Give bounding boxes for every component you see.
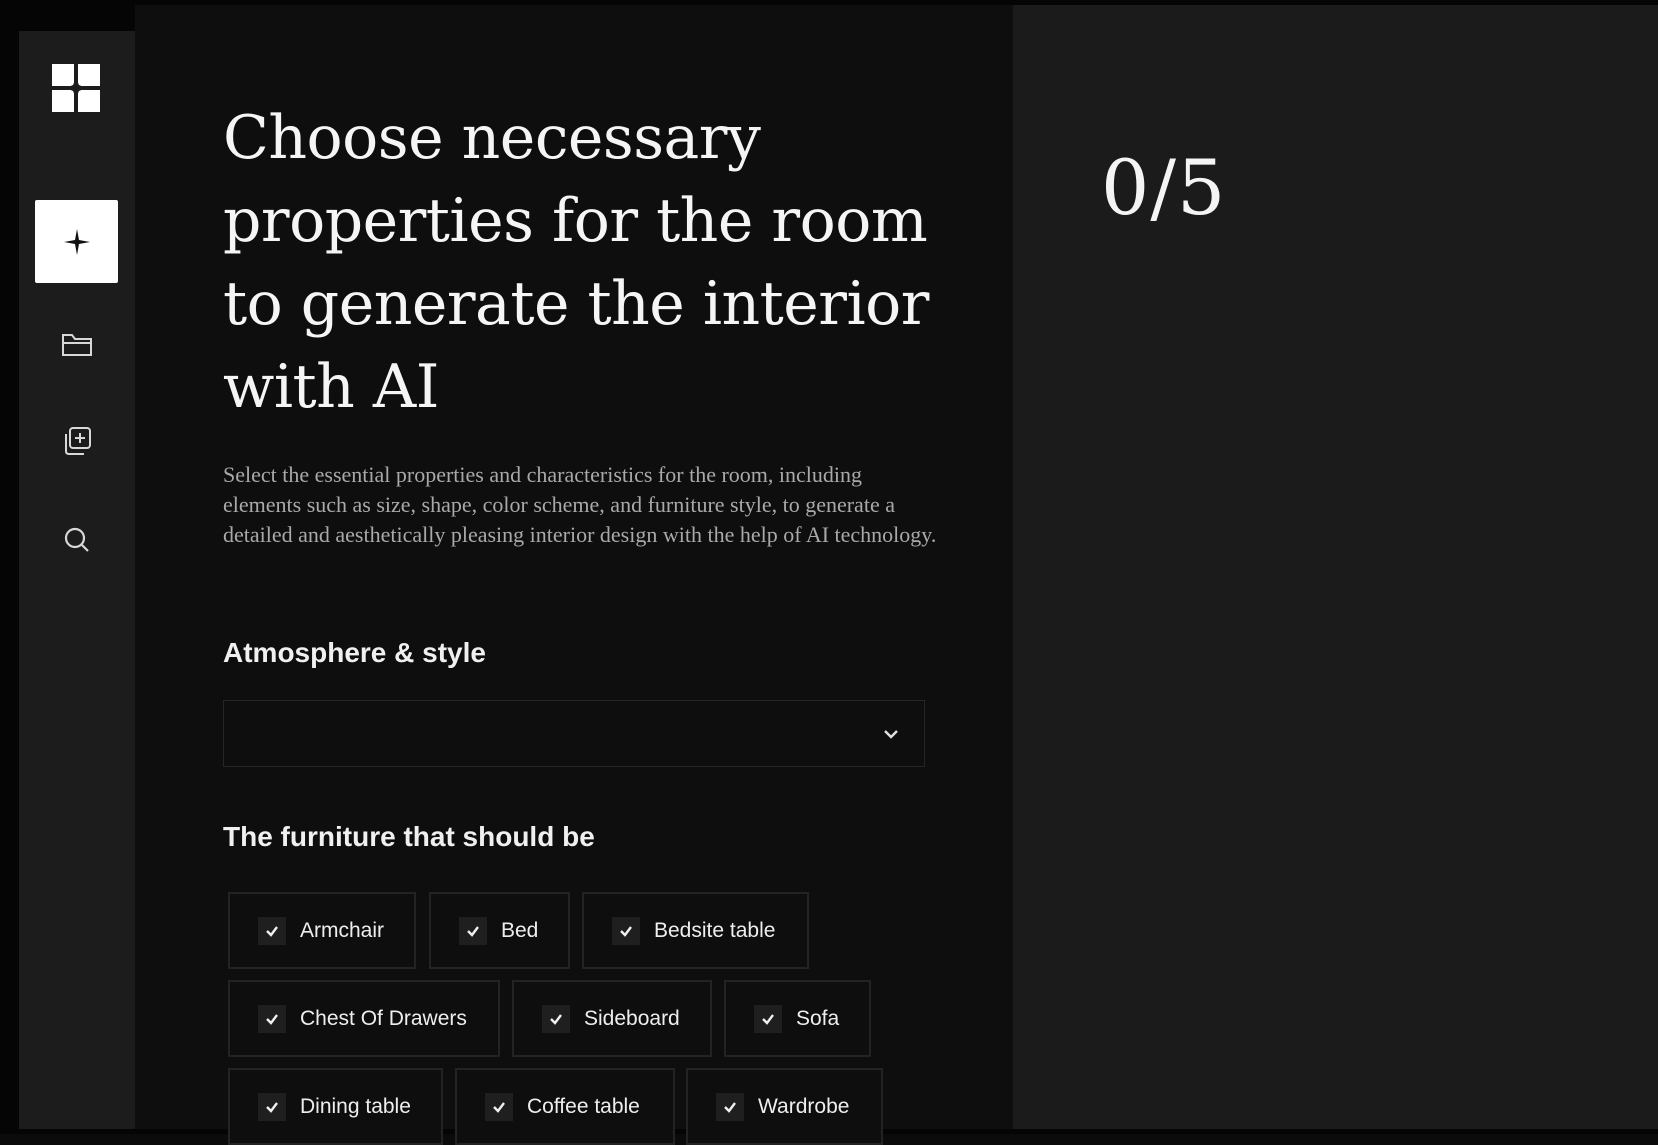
search-icon [63,526,91,554]
furniture-chip-label: Sideboard [584,1006,680,1030]
preview-panel: 0/5 [1013,5,1658,1129]
atmosphere-label: Atmosphere & style [223,637,486,668]
gallery-add-icon [61,425,93,457]
checkbox[interactable] [754,1004,782,1033]
check-icon [266,925,278,937]
chevron-down-icon [880,723,902,750]
furniture-chip-wardrobe[interactable]: Wardrobe [686,1068,883,1145]
sidebar-item-search[interactable] [35,498,118,581]
sparkle-icon [62,227,92,257]
furniture-chip-label: Dining table [300,1094,411,1118]
checkbox[interactable] [258,1004,286,1033]
furniture-chip-label: Armchair [300,918,385,942]
page-description: Select the essential properties and char… [223,462,937,547]
check-icon [266,1013,278,1025]
check-icon [467,925,479,937]
furniture-chip-label: Coffee table [527,1094,640,1118]
check-icon [762,1013,774,1025]
furniture-chip-armchair[interactable]: Armchair [228,892,416,969]
check-icon [724,1101,736,1113]
sidebar-item-gallery[interactable] [35,399,118,482]
checkbox[interactable] [542,1004,570,1033]
checkbox[interactable] [485,1092,513,1121]
furniture-chip-bed[interactable]: Bed [429,892,570,969]
check-icon [266,1101,278,1113]
furniture-chip-label: Sofa [796,1006,840,1030]
furniture-chip-label: Chest Of Drawers [300,1006,467,1030]
main-panel: Choose necessary properties for the room… [135,5,1013,1145]
furniture-chip-chest-of-drawers[interactable]: Chest Of Drawers [228,980,500,1057]
checkbox[interactable] [459,916,487,945]
checkbox[interactable] [716,1092,744,1121]
furniture-chip-sideboard[interactable]: Sideboard [512,980,712,1057]
furniture-chip-label: Wardrobe [758,1094,850,1118]
checkbox[interactable] [258,916,286,945]
furniture-chip-sofa[interactable]: Sofa [724,980,871,1057]
sidebar-item-generate[interactable] [35,200,118,283]
check-icon [493,1101,505,1113]
furniture-chip-label: Bedsite table [654,918,776,942]
atmosphere-select[interactable] [223,700,925,767]
furniture-chip-dining-table[interactable]: Dining table [228,1068,443,1145]
checkbox[interactable] [612,916,640,945]
furniture-chip-label: Bed [501,918,539,942]
app-frame: Choose necessary properties for the room… [0,0,1658,1145]
furniture-chip-bedsite-table[interactable]: Bedsite table [582,892,809,969]
check-icon [620,925,632,937]
folder-icon [61,329,93,359]
check-icon [550,1013,562,1025]
checkbox[interactable] [258,1092,286,1121]
selection-counter: 0/5 [1101,143,1227,232]
furniture-label: The furniture that should be [223,821,595,852]
app-logo[interactable] [52,64,100,112]
page-title: Choose necessary properties for the room… [223,103,929,422]
furniture-chip-coffee-table[interactable]: Coffee table [455,1068,675,1145]
sidebar-item-projects[interactable] [35,302,118,385]
